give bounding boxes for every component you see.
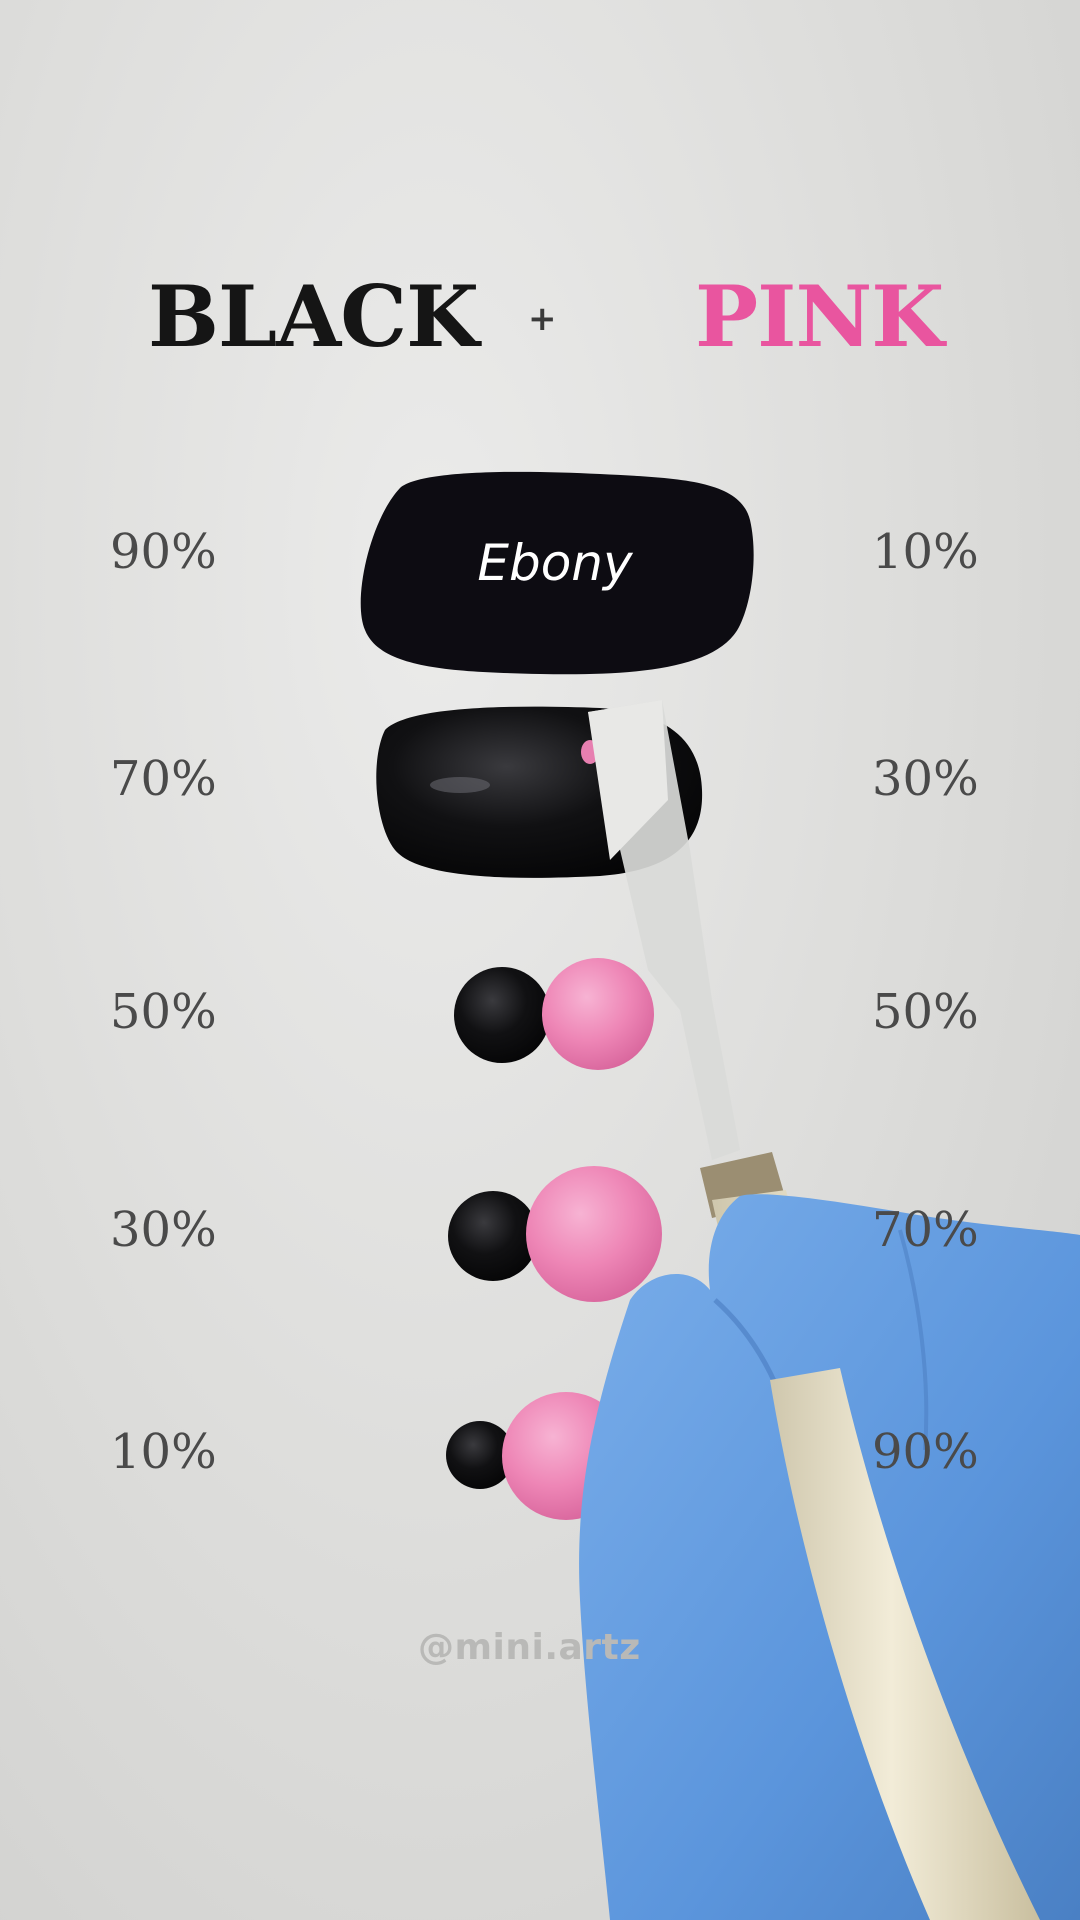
pink-dot-row-3 <box>542 958 654 1070</box>
blob-highlight <box>430 777 490 793</box>
black-percent-row-1: 90% <box>110 524 217 580</box>
pink-percent-row-3: 50% <box>872 984 979 1040</box>
pink-percent-row-2: 30% <box>872 751 979 807</box>
pink-percent-row-4: 70% <box>872 1202 979 1258</box>
black-dot-row-4 <box>448 1191 538 1281</box>
black-percent-row-5: 10% <box>110 1424 217 1480</box>
black-percent-row-2: 70% <box>110 751 217 807</box>
black-percent-row-4: 30% <box>110 1202 217 1258</box>
watermark: @mini.artz <box>418 1627 641 1668</box>
pink-percent-row-1: 10% <box>872 524 979 580</box>
pink-dot-row-4 <box>526 1166 662 1302</box>
swatch-label-ebony: Ebony <box>477 534 633 592</box>
black-percent-row-3: 50% <box>110 984 217 1040</box>
black-dot-row-3 <box>454 967 550 1063</box>
pink-percent-row-5: 90% <box>872 1424 979 1480</box>
